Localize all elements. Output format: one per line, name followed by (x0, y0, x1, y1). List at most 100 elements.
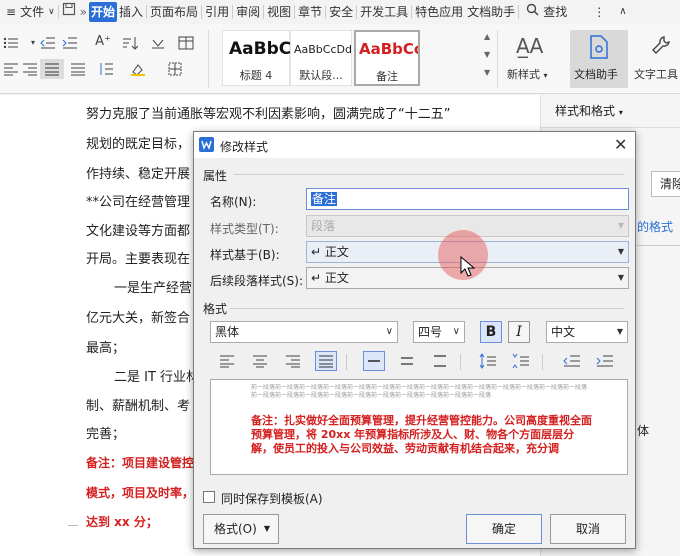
gallery-down-icon[interactable]: ▼ (484, 50, 490, 59)
divider (637, 245, 680, 246)
close-icon[interactable]: ✕ (614, 135, 627, 154)
font-select[interactable]: 黑体 ∨ (210, 321, 398, 343)
wrench-icon[interactable] (650, 34, 672, 59)
based-on-value: ↵ 正文 (311, 245, 349, 259)
note-paragraph: 达到 xx 分； (86, 515, 158, 529)
format-menu-button[interactable]: 格式(O) ▼ (203, 514, 279, 544)
justify-icon[interactable] (40, 59, 64, 79)
decrease-indent-icon[interactable] (40, 36, 58, 50)
language-select[interactable]: 中文 ▼ (546, 321, 628, 343)
save-icon[interactable] (60, 2, 78, 22)
bullet-list-icon[interactable] (3, 36, 21, 50)
distribute-icon[interactable] (70, 62, 88, 76)
justify-icon[interactable] (315, 351, 337, 371)
search-label[interactable]: 查找 (541, 2, 569, 22)
increase-indent-icon[interactable] (62, 36, 80, 50)
collapse-icon[interactable]: ∧ (617, 2, 628, 22)
divider (497, 30, 498, 88)
tab-doc-helper[interactable]: 文档助手 (465, 2, 517, 22)
file-menu[interactable]: 文件 (18, 2, 46, 22)
line-spacing-icon[interactable] (98, 62, 116, 76)
show-marks-icon[interactable] (150, 36, 168, 50)
text-direction-icon[interactable]: A⁺ (92, 35, 114, 49)
based-on-label: 样式基于(B): (210, 248, 280, 262)
document-paragraph: 制、薪酬机制、考 (86, 399, 191, 414)
ok-button[interactable]: 确定 (466, 514, 542, 544)
style-note[interactable]: AaBbCcI 备注 (354, 30, 420, 86)
dropdown-arrow-icon: ▼ (617, 221, 624, 230)
style-label: 备注 (376, 70, 398, 83)
tab-view[interactable]: 视图 (265, 2, 293, 22)
italic-toggle[interactable]: I (508, 321, 530, 343)
divider (234, 174, 624, 175)
align-right-icon[interactable] (22, 62, 40, 76)
decrease-paragraph-spacing-icon[interactable] (510, 351, 532, 371)
new-style-button[interactable]: 新样式 ▾ (507, 66, 548, 82)
document-paragraph: 亿元大关，新签合 (86, 311, 191, 326)
gallery-expand-icon[interactable]: ▼ (484, 68, 490, 77)
align-left-icon[interactable] (3, 62, 21, 76)
format-link[interactable]: 的格式 (637, 218, 673, 235)
more-options-icon[interactable]: ⋮ (591, 2, 607, 22)
clear-format-button[interactable]: 清除 (651, 171, 680, 197)
align-right-icon[interactable] (282, 351, 304, 371)
tab-features[interactable]: 特色应用 (413, 2, 465, 22)
name-label: 名称(N): (210, 195, 257, 209)
style-type-label: 样式类型(T): (210, 222, 279, 236)
note-paragraph: 备注：项目建设管控 (86, 456, 195, 470)
more-icon[interactable]: » (78, 2, 89, 22)
dropdown-arrow-icon: ▼ (616, 327, 623, 336)
hamburger-icon[interactable]: ≡ (4, 2, 18, 22)
double-spacing-icon[interactable] (429, 351, 451, 371)
text-tools-button[interactable]: 文字工具 (634, 66, 678, 82)
paragraph-settings-icon[interactable] (178, 36, 196, 50)
document-paragraph: 开局。主要表现在 (86, 252, 191, 267)
document-paragraph: 努力克服了当前通胀等宏观不利因素影响，圆满完成了“十二五” (86, 107, 451, 122)
dropdown-arrow-icon: ▼ (263, 524, 270, 533)
divider (230, 308, 624, 309)
shading-icon[interactable] (130, 62, 148, 76)
tab-references[interactable]: 引用 (203, 2, 231, 22)
gallery-up-icon[interactable]: ▲ (484, 32, 490, 41)
save-to-template-checkbox[interactable] (203, 491, 215, 503)
font-size-value: 四号 (418, 325, 443, 339)
increase-indent-icon[interactable] (594, 351, 616, 371)
document-paragraph: 一是生产经营 (114, 281, 193, 296)
document-paragraph: 二是 IT 行业林 (114, 370, 200, 385)
chevron-down-icon[interactable]: ∨ (46, 2, 57, 22)
doc-helper-button[interactable]: 文档助手 (570, 30, 628, 88)
chevron-down-icon: ∨ (385, 326, 393, 337)
single-spacing-icon[interactable] (363, 351, 385, 371)
search-icon[interactable] (524, 2, 541, 22)
align-center-icon[interactable] (249, 351, 271, 371)
tab-insert[interactable]: 插入 (117, 2, 145, 22)
styles-pane-title[interactable]: 样式和格式 ▾ (555, 102, 623, 119)
tab-page-layout[interactable]: 页面布局 (148, 2, 200, 22)
tab-security[interactable]: 安全 (327, 2, 355, 22)
one-half-spacing-icon[interactable] (396, 351, 418, 371)
sort-icon[interactable] (122, 36, 140, 50)
borders-icon[interactable] (168, 62, 186, 76)
dropdown-arrow-icon: ▼ (617, 247, 624, 256)
tab-home[interactable]: 开始 (89, 2, 118, 22)
cancel-button[interactable]: 取消 (550, 514, 626, 544)
align-left-icon[interactable] (216, 351, 238, 371)
tab-chapter[interactable]: 章节 (296, 2, 324, 22)
style-item-text: 体 (637, 424, 650, 438)
style-type-value: 段落 (311, 219, 336, 233)
dialog-titlebar[interactable]: 修改样式 ✕ (194, 132, 635, 158)
decrease-indent-icon[interactable] (561, 351, 583, 371)
tab-developer[interactable]: 开发工具 (358, 2, 410, 22)
increase-paragraph-spacing-icon[interactable] (477, 351, 499, 371)
style-preview: AaBbCcDd (294, 43, 352, 56)
document-paragraph: 作持续、稳定开展 (86, 167, 191, 182)
tab-review[interactable]: 审阅 (234, 2, 262, 22)
bold-toggle[interactable]: B (480, 321, 502, 343)
style-heading4[interactable]: AaBbC 标题 4 (222, 30, 291, 86)
style-default-paragraph[interactable]: AaBbCcDd 默认段... (290, 30, 352, 86)
save-to-template-label[interactable]: 同时保存到模板(A) (221, 490, 323, 507)
style-name-input[interactable]: 备注 (306, 188, 629, 210)
font-size-select[interactable]: 四号 ∨ (413, 321, 465, 343)
document-paragraph: 文化建设等方面都 (86, 224, 191, 239)
new-style-icon[interactable]: A̲A (516, 34, 543, 58)
